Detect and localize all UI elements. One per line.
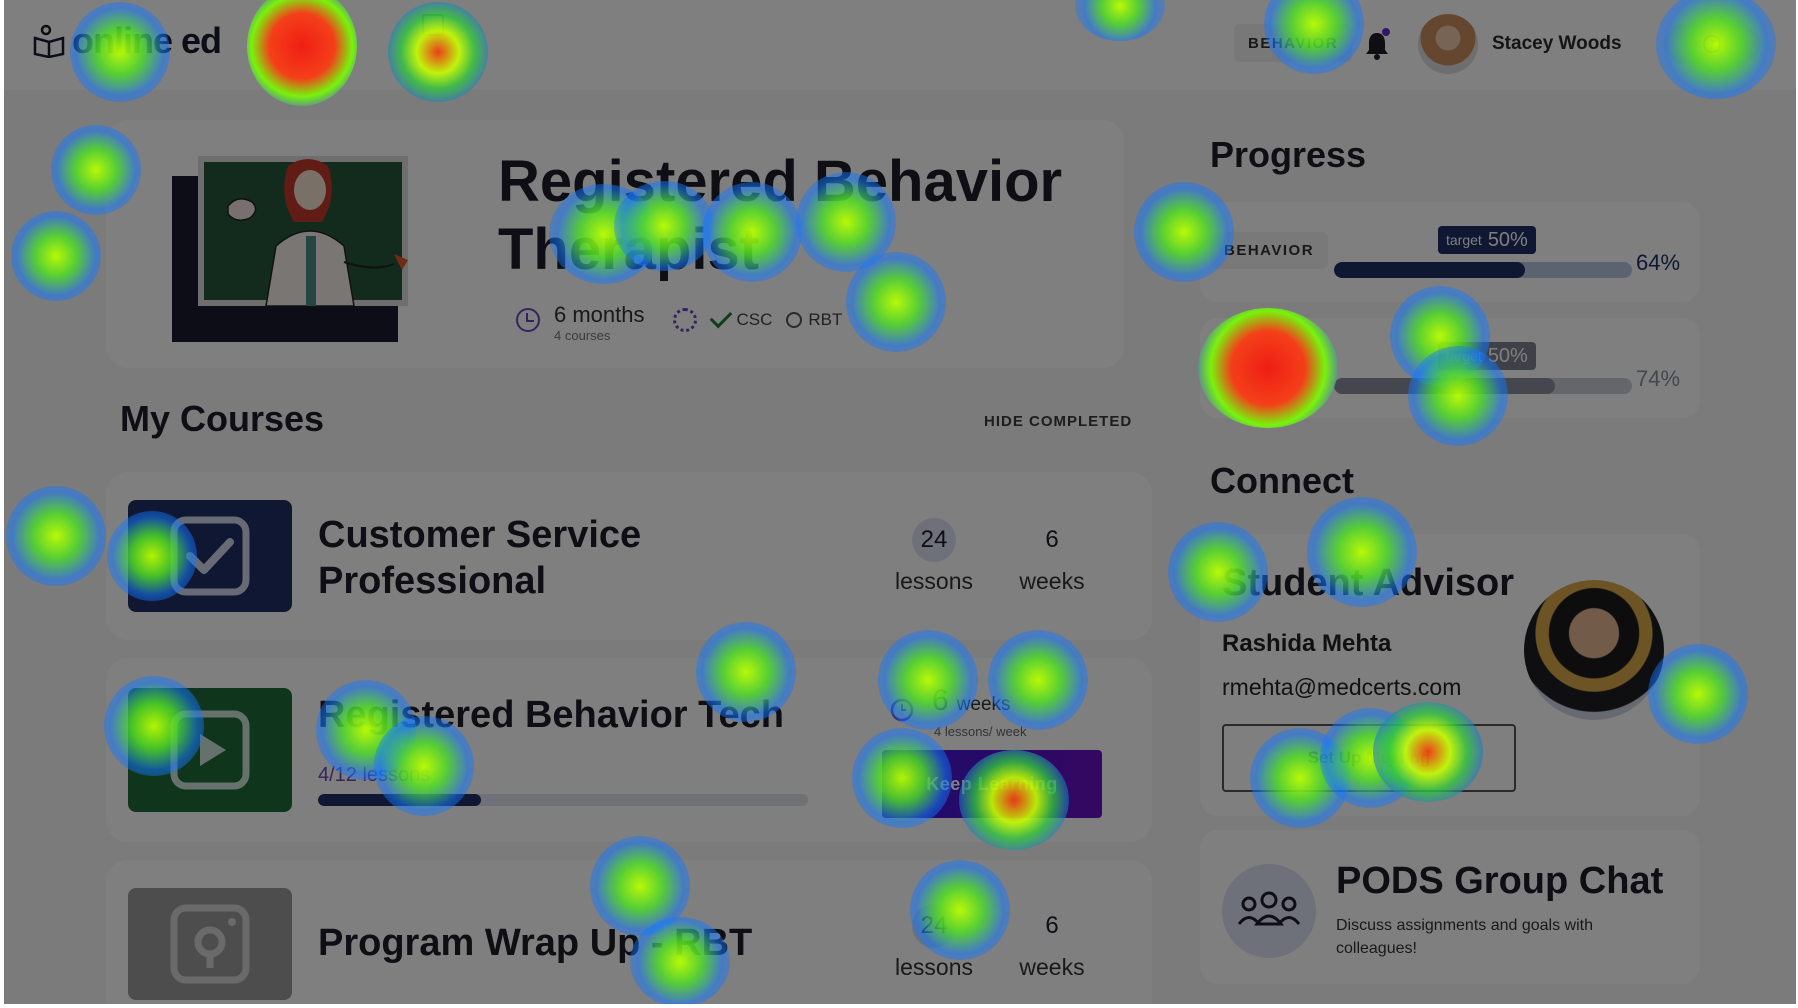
program-duration: 6 months 4 courses (554, 302, 645, 343)
course-title: Program Wrap Up - RBT (318, 922, 753, 964)
lessons-count: 24 (912, 904, 956, 948)
progress-fill (1334, 378, 1555, 394)
advisor-email[interactable]: rmehta@medcerts.com (1222, 674, 1461, 701)
help-button[interactable]: ? (1664, 24, 1760, 64)
camera-icon (170, 904, 250, 984)
course-progress-bar (318, 794, 808, 806)
progress-fill (1334, 262, 1525, 278)
notification-dot (1382, 28, 1390, 36)
lessons-label: lessons (895, 954, 973, 980)
clock-icon (890, 698, 914, 722)
weeks-stat: 6 weeks (1002, 904, 1102, 981)
progress-heading: Progress (1210, 134, 1367, 175)
weeks-info: 6 weeks (932, 684, 1011, 718)
user-avatar[interactable] (1418, 14, 1478, 74)
lessons-stat: 24 lessons (884, 904, 984, 981)
my-courses-heading: My Courses (120, 398, 325, 439)
certification-badge-icon (672, 308, 697, 332)
advisor-card-title: Student Advisor (1222, 562, 1515, 604)
progress-track (1334, 378, 1632, 394)
group-people-icon (1237, 891, 1301, 926)
behavior-chip[interactable]: BEHAVIOR (1234, 24, 1353, 62)
progress-category-chip (1210, 348, 1318, 386)
program-title: Registered Behavior Therapist (498, 149, 1063, 282)
pods-title: PODS Group Chat (1336, 860, 1664, 902)
svg-text:?: ? (1709, 38, 1715, 51)
credential-label: RBT (808, 310, 843, 329)
course-thumbnail (128, 500, 292, 612)
pods-description: Discuss assignments and goals with colle… (1336, 917, 1594, 957)
open-circle-icon (786, 312, 803, 328)
weeks-pace: 4 lessons/ week (934, 724, 1027, 739)
course-title-line: Professional (318, 560, 547, 602)
course-progress-fill (318, 794, 482, 806)
check-icon (709, 305, 732, 329)
progress-card[interactable]: target 50% 74% (1200, 318, 1700, 418)
lessons-label: lessons (895, 568, 973, 594)
checkbox-icon (170, 516, 250, 596)
progress-percentage: 74% (1636, 366, 1681, 391)
target-value: 50% (1487, 344, 1528, 367)
target-value: 50% (1487, 228, 1528, 251)
credential-csc: CSC (709, 305, 773, 330)
pods-group-chat-card[interactable]: PODS Group Chat Discuss assignments and … (1200, 830, 1700, 984)
heat-spot (11, 211, 101, 301)
app-frame: online ed BEHAVIOR Stacey Woods ? Regist… (4, 0, 1796, 1004)
progress-percentage: 64% (1636, 250, 1681, 275)
weeks-count: 6 (1045, 912, 1059, 939)
top-navigation-bar: online ed BEHAVIOR Stacey Woods ? (4, 0, 1796, 90)
progress-track (1334, 262, 1632, 278)
lessons-count: 24 (912, 518, 956, 562)
weeks-label: weeks (1019, 954, 1085, 980)
weeks-count: 6 (932, 684, 949, 717)
course-card-locked[interactable]: Program Wrap Up - RBT 24 lessons 6 weeks (106, 860, 1152, 1004)
pods-icon-circle (1222, 864, 1316, 958)
credential-label: CSC (736, 310, 773, 329)
progress-category-chip: BEHAVIOR (1210, 232, 1329, 269)
program-hero-card: Registered Behavior Therapist 6 months 4… (106, 120, 1124, 368)
question-icon: ? (1703, 35, 1721, 53)
logo-text: online ed (72, 20, 222, 61)
student-advisor-card: Student Advisor Rashida Mehta rmehta@med… (1200, 534, 1700, 816)
progress-target-marker: target 50% (1438, 342, 1536, 370)
duration-value: 6 months (554, 302, 645, 327)
advisor-photo (1524, 580, 1664, 720)
duration-sub: 4 courses (554, 328, 611, 343)
course-title: Customer Service Professional (318, 512, 641, 604)
weeks-label: weeks (1019, 568, 1085, 594)
program-meta: 6 months 4 courses CSC RBT (516, 302, 842, 343)
logo[interactable]: online ed (32, 20, 222, 62)
book-logo-icon (33, 24, 65, 58)
courses-nav-icon[interactable] (422, 14, 444, 36)
keep-learning-button[interactable]: Keep Learning (882, 750, 1102, 818)
course-thumbnail (128, 688, 292, 812)
target-label: target (1446, 232, 1482, 248)
progress-target-marker: target 50% (1438, 226, 1536, 254)
course-card-in-progress[interactable]: Registered Behavior Tech 4/12 lessons 6 … (106, 658, 1152, 842)
video-icon (170, 710, 250, 790)
hide-completed-toggle[interactable]: HIDE COMPLETED (984, 413, 1132, 430)
course-thumbnail (128, 888, 292, 1000)
lessons-stat: 24 lessons (884, 518, 984, 595)
progress-card[interactable]: BEHAVIOR target 50% 64% (1200, 202, 1700, 302)
connect-heading: Connect (1210, 460, 1354, 501)
user-name[interactable]: Stacey Woods (1492, 33, 1622, 55)
heat-spot (6, 486, 106, 586)
advisor-name: Rashida Mehta (1222, 630, 1392, 657)
course-card[interactable]: Customer Service Professional 24 lessons… (106, 472, 1152, 640)
weeks-count: 6 (1045, 526, 1059, 553)
course-title: Registered Behavior Tech (318, 694, 785, 736)
course-progress-label: 4/12 lessons (318, 764, 431, 786)
weeks-label: weeks (956, 694, 1011, 715)
credential-rbt: RBT (786, 310, 842, 330)
course-title-line: Customer Service (318, 514, 642, 556)
set-up-meeting-button[interactable]: Set Up Meeting (1222, 724, 1516, 792)
clock-icon (516, 308, 540, 332)
weeks-stat: 6 weeks (1002, 518, 1102, 595)
teacher-illustration (172, 156, 408, 342)
target-label: target (1446, 348, 1482, 364)
